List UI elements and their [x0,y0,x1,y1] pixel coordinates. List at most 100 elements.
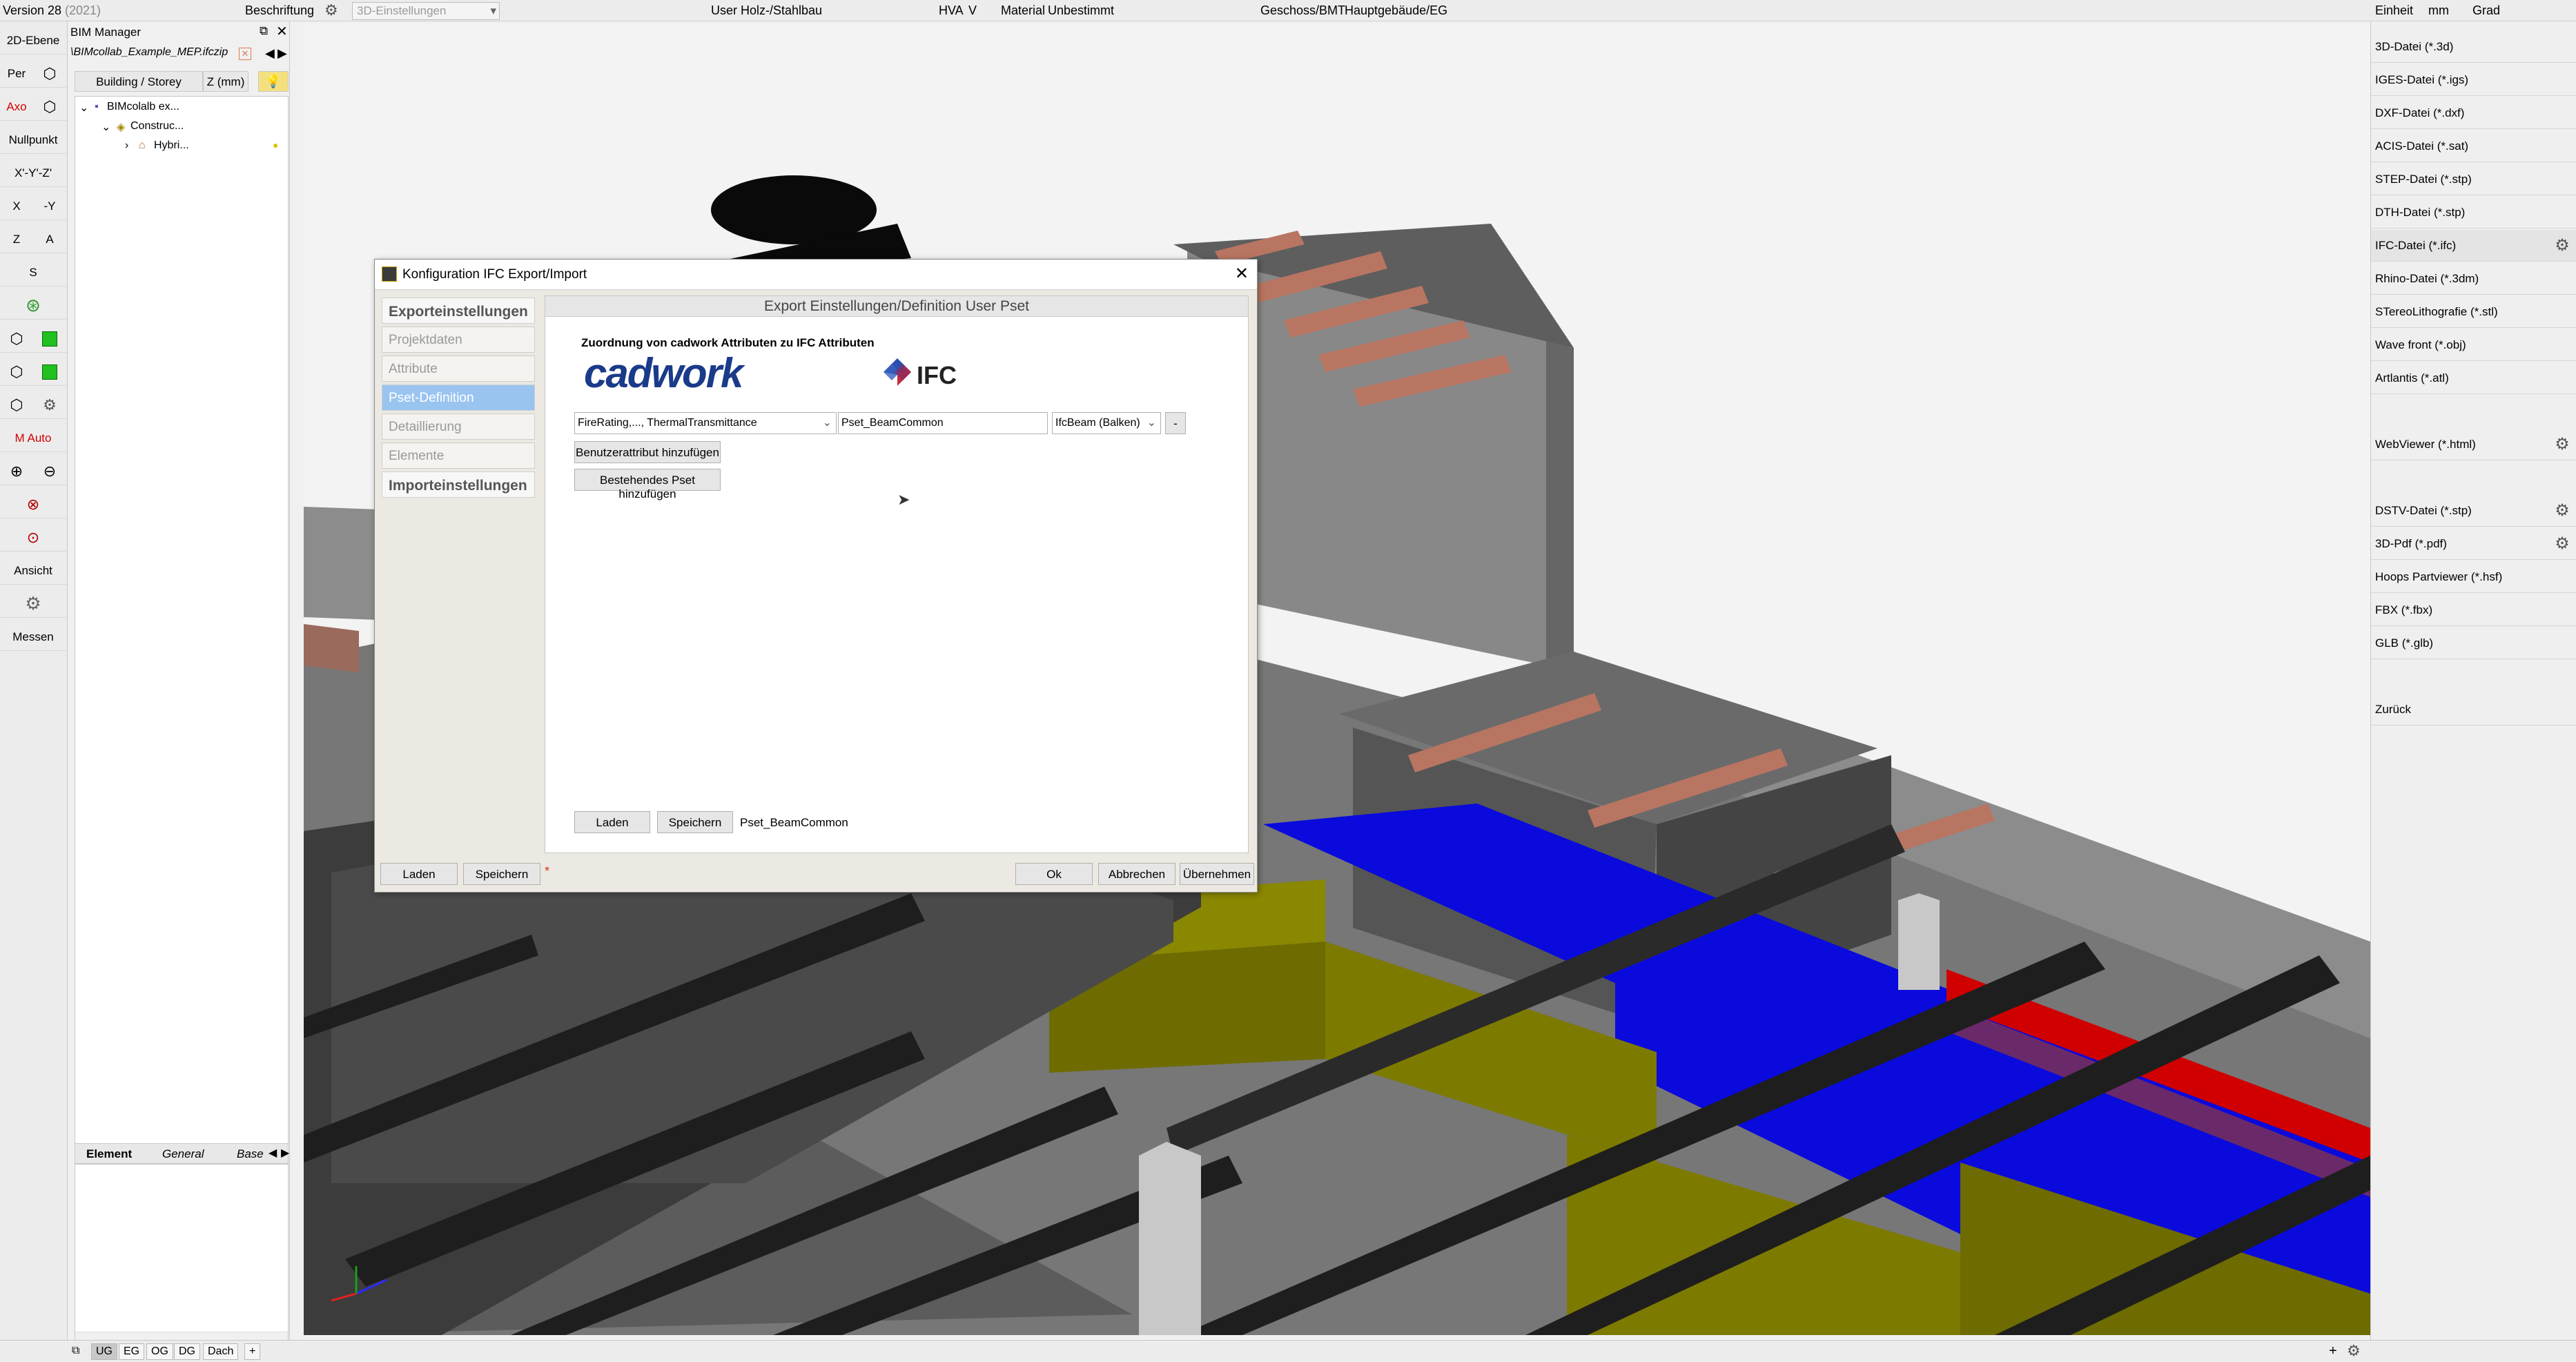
hidden-line-cube-icon[interactable]: ⬡ [0,358,33,386]
layer-icon[interactable]: ⧉ [72,1345,79,1357]
close-file-icon[interactable]: ✕ [239,48,251,60]
tab-element[interactable]: Element [86,1147,132,1161]
format-rhino[interactable]: Rhino-Datei (*.3dm) [2371,263,2576,295]
building-storey-header[interactable]: Building / Storey [75,71,203,92]
close-panel-icon[interactable]: ✕ [276,23,288,40]
format-3d[interactable]: 3D-Datei (*.3d) [2371,31,2576,63]
nav-projektdaten[interactable]: Projektdaten [382,327,535,353]
dialog-titlebar[interactable]: Konfiguration IFC Export/Import ✕ [375,260,1257,290]
s-view-button[interactable]: S [0,259,66,286]
pset-load-button[interactable]: Laden [574,811,650,833]
wireframe-cube-icon[interactable]: ⬡ [0,325,33,353]
add-user-attribute-button[interactable]: Benutzerattribut hinzufügen [574,441,721,463]
perspective-cube-icon[interactable]: ⬡ [33,60,66,88]
storey-tab-eg[interactable]: EG [119,1343,145,1360]
format-fbx[interactable]: FBX (*.fbx) [2371,594,2576,626]
messen-button[interactable]: Messen [0,623,66,651]
webviewer-settings-gear-icon[interactable]: ⚙ [2553,436,2571,454]
remove-row-button[interactable]: - [1165,412,1186,434]
orbit-icon[interactable]: ⊛ [0,292,66,320]
bulb-header-icon[interactable]: 💡 [258,71,289,92]
ok-button[interactable]: Ok [1015,863,1093,885]
bim-file-tab[interactable]: \BIMcollab_Example_MEP.ifczip [70,46,247,66]
zoom-window-icon[interactable]: ⊗ [0,491,66,518]
format-webviewer[interactable]: WebViewer (*.html) ⚙ [2371,429,2576,460]
bottom-settings-gear-icon[interactable]: ⚙ [2347,1342,2361,1360]
visibility-bulb-icon[interactable]: ● [273,139,278,150]
tree-item-storey[interactable]: Hybri... [154,139,189,152]
config-save-button[interactable]: Speichern [463,863,540,885]
a-view-button[interactable]: A [33,226,66,253]
axo-cube-icon[interactable]: ⬡ [33,93,66,121]
zoom-all-icon[interactable]: ⊙ [0,524,66,552]
file-next-icon[interactable]: ▶ [277,46,287,61]
nav-importeinstellungen[interactable]: Importeinstellungen [382,471,535,498]
nav-exporteinstellungen[interactable]: Exporteinstellungen [382,298,535,324]
nav-pset-definition[interactable]: Pset-Definition [382,385,535,411]
file-prev-icon[interactable]: ◀ [265,46,275,61]
axo-button[interactable]: Axo [0,93,33,121]
add-existing-pset-button[interactable]: Bestehendes Pset hinzufügen [574,469,721,500]
format-acis[interactable]: ACIS-Datei (*.sat) [2371,130,2576,162]
format-glb[interactable]: GLB (*.glb) [2371,628,2576,659]
cancel-button[interactable]: Abbrechen [1098,863,1175,885]
render-settings-gear-icon[interactable]: ⚙ [33,391,66,419]
unit-mm[interactable]: mm [2428,3,2449,18]
user-value[interactable]: Holz-/Stahlbau [741,3,822,18]
hva-button[interactable]: HVA [939,3,964,18]
format-obj[interactable]: Wave front (*.obj) [2371,329,2576,361]
float-panel-icon[interactable]: ⧉ [260,24,268,38]
storey-tab-dg[interactable]: DG [174,1343,200,1360]
shaded-cube-icon[interactable] [33,358,66,386]
nav-elemente[interactable]: Elemente [382,442,535,469]
pset-name-input[interactable]: Pset_BeamCommon [838,412,1048,434]
ebene-button[interactable]: 2D-Ebene [0,27,66,55]
settings-gear-icon[interactable]: ⚙ [324,1,338,19]
format-stl[interactable]: STereoLithografie (*.stl) [2371,296,2576,328]
m-auto-button[interactable]: M Auto [0,425,66,452]
format-dxf[interactable]: DXF-Datei (*.dxf) [2371,97,2576,129]
v-button[interactable]: V [968,3,977,18]
render-cube-icon[interactable]: ⬡ [0,391,33,419]
tree-expander-icon[interactable]: ⌄ [101,120,110,134]
tab-general[interactable]: General [162,1147,204,1161]
nav-attribute[interactable]: Attribute [382,356,535,382]
view-wheel-icon[interactable]: ⚙ [0,590,66,618]
per-button[interactable]: Per [0,60,33,88]
solid-cube-icon[interactable] [33,325,66,353]
dialog-close-icon[interactable]: ✕ [1235,264,1249,284]
format-hoops[interactable]: Hoops Partviewer (*.hsf) [2371,561,2576,593]
nav-detaillierung[interactable]: Detaillierung [382,414,535,440]
geschoss-value[interactable]: Hauptgebäude/EG [1345,3,1447,18]
beschriftung-button[interactable]: Beschriftung [245,3,314,18]
unit-grad[interactable]: Grad [2472,3,2500,18]
tabs-prev-icon[interactable]: ◀ [269,1146,277,1160]
ifc-settings-gear-icon[interactable]: ⚙ [2553,237,2571,255]
dstv-settings-gear-icon[interactable]: ⚙ [2553,502,2571,520]
z-mm-header[interactable]: Z (mm) [203,71,248,92]
zoom-out-icon[interactable]: ⊖ [33,458,66,485]
xyz-button[interactable]: X'-Y'-Z' [0,159,66,187]
add-storey-button[interactable]: + [244,1343,261,1360]
minus-y-view-button[interactable]: -Y [33,193,66,220]
3dpdf-settings-gear-icon[interactable]: ⚙ [2553,535,2571,553]
format-artlantis[interactable]: Artlantis (*.atl) [2371,362,2576,394]
attribute-select[interactable]: FireRating,..., ThermalTransmittance ⌄ [574,412,837,434]
format-3dpdf[interactable]: 3D-Pdf (*.pdf) ⚙ [2371,528,2576,560]
tab-base[interactable]: Base [237,1147,264,1161]
material-value[interactable]: Unbestimmt [1048,3,1114,18]
format-iges[interactable]: IGES-Datei (*.igs) [2371,64,2576,96]
storey-tab-ug[interactable]: UG [91,1343,117,1360]
view-settings-dropdown[interactable]: 3D-Einstellungen ▾ [352,2,500,20]
z-view-button[interactable]: Z [0,226,33,253]
pset-save-button[interactable]: Speichern [657,811,733,833]
tree-expander-icon[interactable]: ⌄ [79,101,88,115]
back-button[interactable]: Zurück [2371,694,2576,726]
ansicht-button[interactable]: Ansicht [0,557,66,585]
apply-button[interactable]: Übernehmen [1180,863,1254,885]
format-dth[interactable]: DTH-Datei (*.stp) [2371,197,2576,228]
format-ifc[interactable]: IFC-Datei (*.ifc) ⚙ [2371,230,2576,262]
tabs-next-icon[interactable]: ▶ [281,1146,289,1160]
nullpunkt-button[interactable]: Nullpunkt [0,126,66,154]
zoom-in-icon[interactable]: ⊕ [0,458,33,485]
